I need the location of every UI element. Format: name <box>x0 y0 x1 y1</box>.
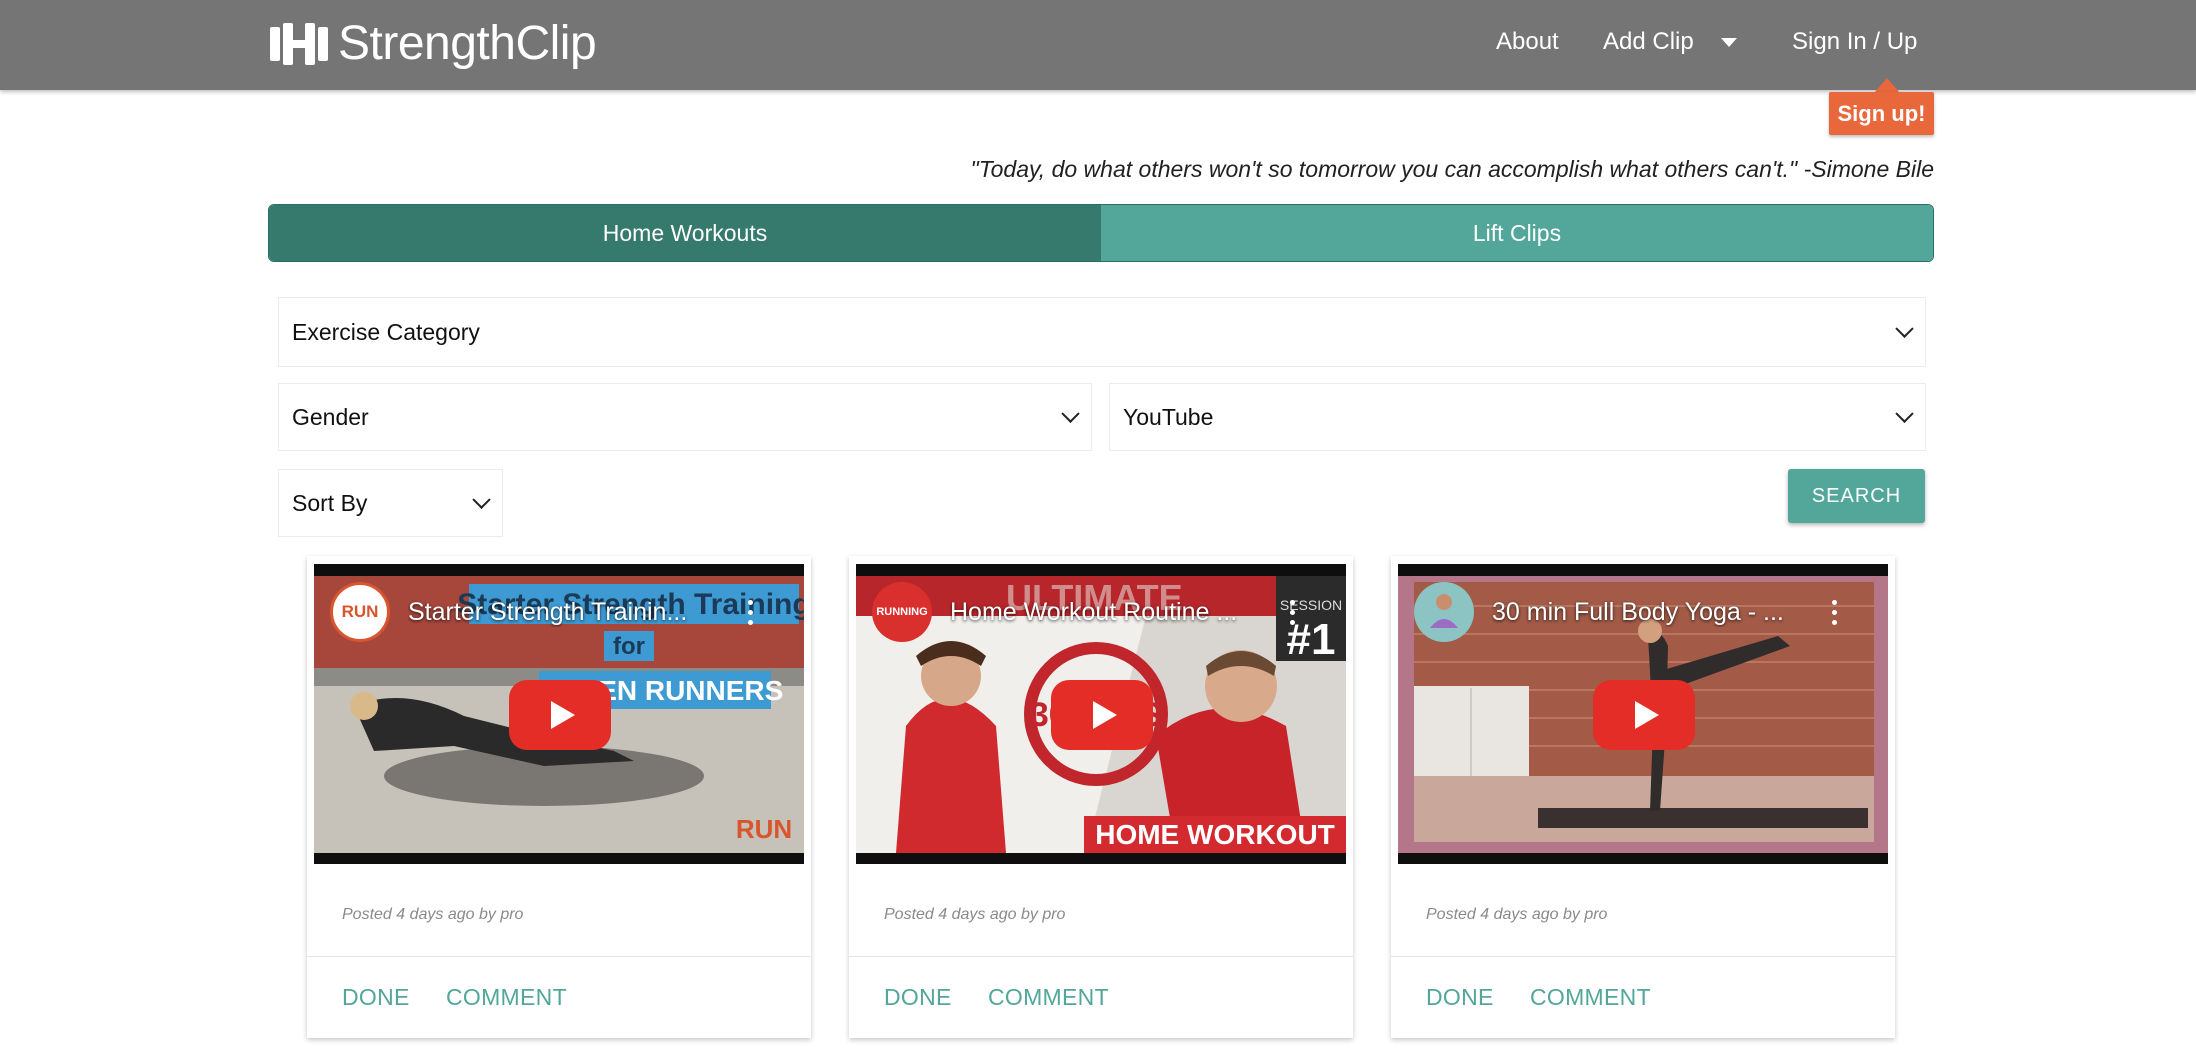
video-embed[interactable]: Starter Strength Training for WOMEN RUNN… <box>314 564 804 864</box>
play-icon[interactable] <box>1051 680 1153 750</box>
gender-select[interactable]: Gender <box>278 383 1092 451</box>
sort-by-select[interactable]: Sort By <box>278 469 503 537</box>
more-options-icon[interactable] <box>1290 600 1296 626</box>
thumbnail-corner-logo: RUN <box>736 814 792 844</box>
motivational-quote: "Today, do what others won't so tomorrow… <box>970 156 1934 182</box>
video-card: 30 min Full Body Yoga - ... Posted 4 day… <box>1391 556 1895 1038</box>
channel-badge-text: RUNNING <box>876 606 928 618</box>
channel-avatar[interactable] <box>1414 582 1474 642</box>
yoga-avatar-icon <box>1430 594 1458 628</box>
card-divider <box>307 956 811 957</box>
comment-button[interactable]: COMMENT <box>988 984 1109 1011</box>
chevron-down-icon <box>1895 319 1914 338</box>
sign-up-tooltip[interactable]: Sign up! <box>1829 92 1934 135</box>
nav-add-clip-link[interactable]: Add Clip <box>1603 28 1694 56</box>
gender-label: Gender <box>292 403 369 430</box>
chevron-down-icon <box>1895 404 1914 423</box>
channel-avatar[interactable]: RUNNING <box>872 582 932 642</box>
chevron-down-icon <box>1061 404 1080 423</box>
card-divider <box>849 956 1353 957</box>
done-button[interactable]: DONE <box>1426 984 1494 1011</box>
nav-about-link[interactable]: About <box>1496 28 1559 56</box>
card-divider <box>1391 956 1895 957</box>
chevron-down-icon <box>472 490 491 509</box>
exercise-category-select[interactable]: Exercise Category <box>278 297 1926 367</box>
sort-by-label: Sort By <box>292 489 368 516</box>
play-icon[interactable] <box>1593 680 1695 750</box>
done-button[interactable]: DONE <box>884 984 952 1011</box>
nav-sign-in-link[interactable]: Sign In / Up <box>1792 28 1917 56</box>
source-select[interactable]: YouTube <box>1109 383 1926 451</box>
posted-info: Posted 4 days ago by pro <box>1426 906 1608 923</box>
tooltip-arrow <box>1874 78 1900 93</box>
thumbnail-banner: HOME WORKOUT <box>1095 819 1335 850</box>
thumbnail-title-line-2: for <box>613 633 645 660</box>
top-navbar: StrengthClip About Add Clip Sign In / Up <box>0 0 2196 90</box>
video-title[interactable]: Starter Strength Trainin... <box>408 598 728 627</box>
video-embed[interactable]: ULTIMATE SESSION #1 30 MINS HOME WORKOUT… <box>856 564 1346 864</box>
dumbbell-icon <box>270 22 328 65</box>
posted-info: Posted 4 days ago by pro <box>884 906 1066 923</box>
tab-lift-clips[interactable]: Lift Clips <box>1101 205 1933 261</box>
caret-down-icon[interactable] <box>1721 38 1737 47</box>
tab-home-workouts[interactable]: Home Workouts <box>269 205 1101 261</box>
brand-name: StrengthClip <box>338 17 597 70</box>
play-icon[interactable] <box>509 680 611 750</box>
video-card: ULTIMATE SESSION #1 30 MINS HOME WORKOUT… <box>849 556 1353 1038</box>
more-options-icon[interactable] <box>1832 600 1838 626</box>
source-label: YouTube <box>1123 403 1214 430</box>
brand-logo[interactable]: StrengthClip <box>268 16 597 71</box>
channel-avatar[interactable]: RUN <box>330 582 390 642</box>
more-options-icon[interactable] <box>748 600 754 626</box>
workout-tabs: Home Workouts Lift Clips <box>268 204 1934 262</box>
posted-info: Posted 4 days ago by pro <box>342 906 524 923</box>
comment-button[interactable]: COMMENT <box>446 984 567 1011</box>
video-card: Starter Strength Training for WOMEN RUNN… <box>307 556 811 1038</box>
done-button[interactable]: DONE <box>342 984 410 1011</box>
exercise-category-label: Exercise Category <box>292 318 480 345</box>
video-title[interactable]: Home Workout Routine ... <box>950 598 1270 627</box>
channel-badge-text: RUN <box>341 602 379 621</box>
video-title[interactable]: 30 min Full Body Yoga - ... <box>1492 598 1812 627</box>
comment-button[interactable]: COMMENT <box>1530 984 1651 1011</box>
search-button[interactable]: SEARCH <box>1788 469 1925 523</box>
video-embed[interactable]: 30 min Full Body Yoga - ... <box>1398 564 1888 864</box>
